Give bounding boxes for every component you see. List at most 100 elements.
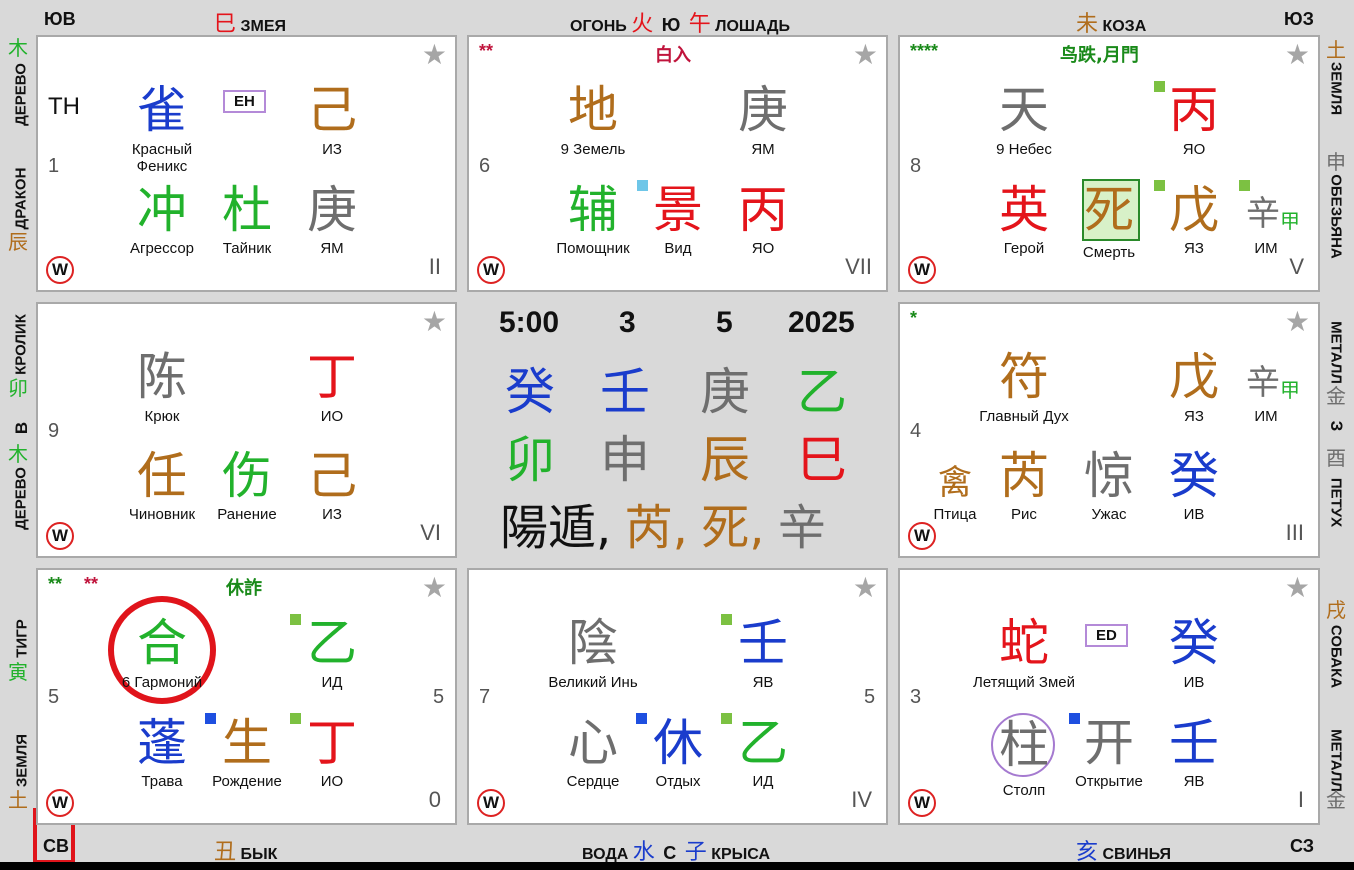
right-rooster-char: 酉 [1326,446,1346,470]
goat-char: 未 [1076,12,1099,37]
deity-char: 符 [999,348,1049,406]
w-icon[interactable]: W [46,789,74,817]
w-icon[interactable]: W [908,256,936,284]
star-icon[interactable]: ★ [422,574,447,602]
deity-caption: Крюк [144,408,180,425]
left-east-dir: В [12,421,31,435]
star-icon[interactable]: ★ [422,308,447,336]
bottom-bar [0,862,1354,870]
extra-stem-sub: 甲 [1280,378,1300,402]
earth-stem-char: 戊 [1169,181,1219,239]
year-stem: 乙 [797,363,847,421]
hour-stem: 癸 [505,363,555,421]
extra-stem-char: 辛 [1246,363,1280,403]
heaven-stem-caption: ЯВ [752,674,774,691]
deity-caption: Красный Феникс [131,141,193,175]
w-icon[interactable]: W [46,256,74,284]
star-icon[interactable]: ★ [422,41,447,69]
star-icon[interactable]: ★ [1285,41,1310,69]
palace-roman: V [1289,254,1304,279]
year-branch: 巳 [797,431,847,489]
earth-stem-caption: ИО [320,773,344,790]
palace-title: 鸟跌,月門 [1060,45,1139,66]
palace-number: 7 [479,686,491,708]
w-icon[interactable]: W [477,789,505,817]
palace-ne[interactable]: ★ ** ** 休詐 5 5 合 6 Гармоний 乙 ИД 蓬 Трава… [36,568,457,825]
star-icon[interactable]: ★ [853,41,878,69]
goat-branch: 未 КОЗА [1076,6,1146,38]
left-earth-label: ЗЕМЛЯ [13,733,31,788]
left-wood2-label: ДЕРЕВО [12,467,30,530]
palace-s[interactable]: ★ ** 白入 6 地 9 Земель 庚 ЯМ 辅 Помощник 景 В… [467,35,888,292]
palace-number: 1 [48,155,60,177]
horse-label: ЛОШАДЬ [715,18,791,35]
palace-number-right: 5 [433,686,445,708]
fire-label: ОГОНЬ [570,18,627,35]
day-stem: 壬 [600,363,650,421]
w-icon[interactable]: W [46,522,74,550]
extra-stem-caption: ИМ [1254,240,1278,257]
star-icon[interactable]: ★ [1285,574,1310,602]
door-char: 伤 [222,447,272,505]
palace-sw[interactable]: ★ **** 鸟跌,月門 8 天 9 Небес 丙 ЯО 英 Герой 死 … [898,35,1320,292]
earth-stem-char: 乙 [738,714,788,772]
left-tiger-char: 寅 [8,660,28,684]
summary-stem: 辛 [777,500,826,556]
right-rooster-label: ПЕТУХ [1327,477,1345,528]
left-dragon-label: ДРАКОН [12,167,30,230]
heaven-stem-caption: ИВ [1183,674,1205,691]
left-wood2-char: 木 [8,442,28,466]
palace-roman: IV [851,787,872,812]
extra-stem-sub: 甲 [1280,209,1300,233]
palace-se[interactable]: ★ TH 1 EH 雀 Красный Феникс 己 ИЗ 冲 Агресс… [36,35,457,292]
star-icon[interactable]: ★ [1285,308,1310,336]
deity-char: 雀 [137,81,187,139]
pig-label: СВИНЬЯ [1102,846,1172,863]
palace-stars: ** [479,41,494,61]
center-day: 3 [619,306,636,339]
heaven-stem-caption: ИЗ [322,141,342,158]
door-char: 死 [1084,181,1134,239]
palace-e[interactable]: ★ 9 陈 Крюк 丁 ИО 任 Чиновник 伤 Ранение 己 И… [36,302,457,558]
earth-stem-caption: ЯО [751,240,775,257]
heaven-stem-caption: ЯО [1182,141,1206,158]
right-monkey-label: ОБЕЗЬЯНА [1327,174,1345,259]
w-icon[interactable]: W [908,522,936,550]
deity-caption: Летящий Змей [972,674,1076,691]
palace-nw[interactable]: ★ 3 ED 蛇 Летящий Змей 癸 ИВ 柱 Столп 开 Отк… [898,568,1320,825]
w-icon[interactable]: W [477,256,505,284]
ju-label: 陽遁, [500,500,612,556]
palace-roman: VII [845,254,872,279]
palace-n[interactable]: ★ 7 5 陰 Великий Инь 壬 ЯВ 心 Сердце 休 Отды… [467,568,888,825]
center-summary: 陽遁, 芮, 死, 辛 [500,504,826,553]
earth-stem-char: 癸 [1169,447,1219,505]
earth-stem-char: 壬 [1169,714,1219,772]
corner-nw-label: СЗ [1290,836,1315,856]
w-icon[interactable]: W [908,789,936,817]
star-icon[interactable]: ★ [853,574,878,602]
heaven-stem-char: 癸 [1169,614,1219,672]
star-char: 辅 [568,181,618,239]
hour-branch: 卯 [505,431,555,489]
deity-caption: 6 Гармоний [121,674,203,691]
deity-char: 陰 [568,614,618,672]
palace-w[interactable]: ★ * 4 符 Главный Дух 戊 ЯЗ 辛 甲 ИМ 禽 Птица … [898,302,1320,558]
right-earth-label: ЗЕМЛЯ [1327,61,1345,116]
right-metal2-char: 金 [1326,788,1346,812]
right-metal-label: МЕТАЛЛ [1327,321,1345,384]
extra-stem-caption: ИМ [1254,408,1278,425]
corner-ne-label[interactable]: СВ [43,836,69,857]
palace-title: 白入 [655,45,691,66]
earth-stem-caption: ЯВ [1183,773,1205,790]
heaven-stem-char: 壬 [738,614,788,672]
door-char: 杜 [222,181,272,239]
star-char: 柱 [999,716,1049,774]
left-wood-char: 木 [8,36,28,60]
deity-char: 天 [999,81,1049,139]
north-dir: С [663,843,677,863]
center-year: 2025 [788,306,855,339]
south-dir: Ю [661,15,681,35]
rat-label: КРЫСА [711,846,770,863]
day-branch: 申 [600,431,650,489]
palace-number: 5 [48,686,60,708]
